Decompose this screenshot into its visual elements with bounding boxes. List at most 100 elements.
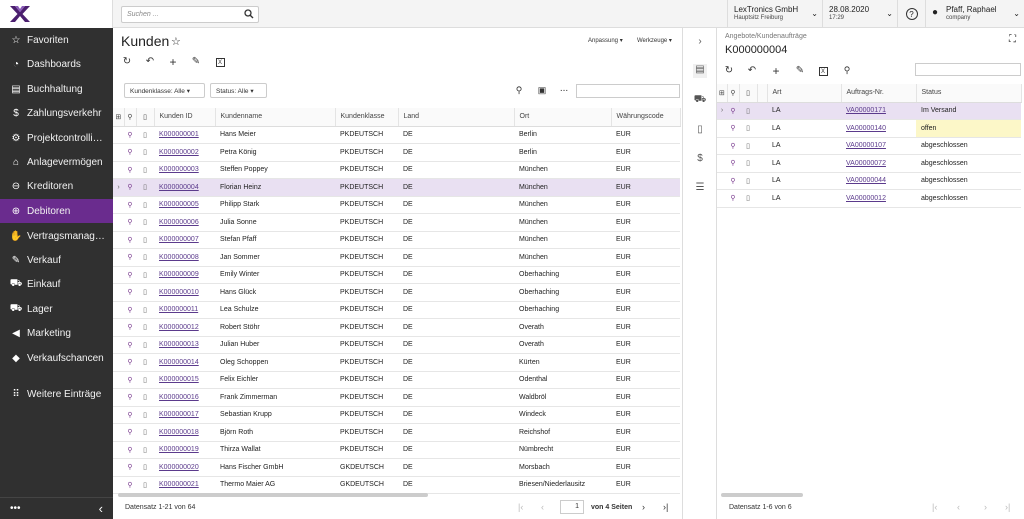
table-row[interactable]: › ⚲ ▯ LA VA00000171 Im Versand (717, 102, 1021, 120)
collapse-sidebar-icon[interactable]: ‹ (99, 501, 103, 516)
document-icon[interactable]: ▯ (136, 266, 154, 284)
cell-kunden-id[interactable]: K000000014 (154, 353, 215, 372)
document-icon[interactable]: ▯ (136, 318, 154, 337)
cell-kunden-id[interactable]: K000000002 (154, 143, 215, 162)
document-icon[interactable]: ▯ (136, 231, 154, 249)
sidebar-item-dashboards[interactable]: ◔ Dashboards (0, 52, 113, 76)
collapse-panel-icon[interactable]: › (693, 36, 707, 47)
row-indicator-icon[interactable] (113, 353, 124, 372)
document-icon[interactable]: ▯ (136, 441, 154, 459)
customer-id-link[interactable]: K000000014 (159, 359, 199, 366)
table-row[interactable]: ⚲ ▯ K000000011 Lea Schulze PKDEUTSCH DE Oberha… (113, 301, 680, 319)
page-number-input[interactable]: 1 (560, 500, 584, 514)
row-select-header-icon[interactable]: ⊞ (113, 108, 125, 127)
cell-kunden-id[interactable]: K000000018 (154, 423, 215, 442)
excel-icon[interactable]: X (213, 56, 227, 67)
column-header-waehrungscode[interactable]: Währungscode (611, 108, 681, 127)
row-indicator-icon[interactable] (717, 189, 727, 208)
attachment-icon[interactable]: ⚲ (727, 172, 739, 190)
row-indicator-icon[interactable] (113, 388, 124, 407)
horizontal-scrollbar[interactable] (721, 493, 803, 497)
sidebar-item-marketing[interactable]: ◀ Marketing (0, 321, 113, 345)
attachment-icon[interactable]: ⚲ (124, 441, 136, 459)
sidebar-item-weitere-einträge[interactable]: ⠿ Weitere Einträge (0, 382, 113, 406)
attachment-icon[interactable]: ⚲ (124, 161, 136, 179)
column-header-status[interactable]: Status (916, 84, 1022, 103)
row-indicator-icon[interactable] (717, 172, 727, 190)
table-row[interactable]: ⚲ ▯ K000000012 Robert Stöhr PKDEUTSCH DE Overa… (113, 318, 680, 337)
sidebar-item-debitoren[interactable]: ⊕ Debitoren (0, 199, 113, 223)
sidebar-item-lager[interactable]: ⛟ Lager (0, 297, 113, 321)
attachment-icon[interactable]: ⚲ (124, 266, 136, 284)
cell-auftrags-nr[interactable]: VA00000171 (841, 102, 916, 120)
document-icon[interactable]: ▯ (136, 196, 154, 214)
expand-icon[interactable]: ⛶ (1009, 34, 1016, 45)
row-indicator-icon[interactable] (113, 336, 124, 354)
row-indicator-icon[interactable] (113, 283, 124, 302)
row-indicator-icon[interactable] (113, 441, 124, 459)
search-icon[interactable] (244, 9, 254, 21)
add-icon[interactable]: + (769, 64, 783, 78)
row-indicator-icon[interactable]: › (717, 102, 727, 120)
sidebar-item-favoriten[interactable]: ☆ Favoriten (0, 28, 113, 52)
delivery-truck-icon[interactable]: ⛟ (693, 94, 707, 107)
prev-page-icon[interactable]: ‹ (541, 502, 544, 512)
table-row[interactable]: ⚲ ▯ K000000021 Thermo Maier AG GKDEUTSCH DE Br… (113, 476, 680, 494)
row-indicator-icon[interactable] (113, 301, 124, 319)
document-icon[interactable]: ▯ (136, 283, 154, 302)
cell-kunden-id[interactable]: K000000001 (154, 126, 215, 144)
customer-id-link[interactable]: K000000006 (159, 219, 199, 226)
sidebar-item-kreditoren[interactable]: ⊖ Kreditoren (0, 174, 113, 198)
customer-id-link[interactable]: K000000020 (159, 464, 199, 471)
row-indicator-icon[interactable] (113, 248, 124, 267)
customer-id-link[interactable]: K000000019 (159, 446, 199, 453)
table-row[interactable]: ⚲ ▯ K000000015 Felix Eichler PKDEUTSCH DE Oden… (113, 371, 680, 389)
row-indicator-icon[interactable] (113, 213, 124, 232)
horizontal-scrollbar[interactable] (118, 493, 428, 497)
attachment-icon[interactable]: ⚲ (124, 213, 136, 232)
table-row[interactable]: › ⚲ ▯ K000000004 Florian Heinz PKDEUTSCH DE Mün… (113, 178, 680, 197)
attachment-icon[interactable]: ⚲ (727, 154, 739, 173)
document-icon[interactable]: ▯ (136, 126, 154, 144)
row-indicator-icon[interactable] (113, 231, 124, 249)
document-icon[interactable]: ▯ (739, 172, 757, 190)
document-icon[interactable]: ▯ (136, 178, 154, 197)
anpassung-menu[interactable]: Anpassung ▾ (588, 37, 623, 44)
document-icon[interactable]: ▯ (136, 213, 154, 232)
status-filter[interactable]: Status: Alle ▾ (210, 83, 267, 98)
attachment-icon[interactable]: ⚲ (727, 137, 739, 155)
customer-id-link[interactable]: K000000005 (159, 201, 199, 208)
prev-page-icon[interactable]: ‹ (957, 502, 960, 512)
table-row[interactable]: ⚲ ▯ K000000002 Petra König PKDEUTSCH DE Berlin… (113, 143, 680, 162)
column-header-auftrags-nr[interactable]: Auftrags-Nr. (841, 84, 917, 103)
customer-id-link[interactable]: K000000009 (159, 271, 199, 278)
cell-auftrags-nr[interactable]: VA00000044 (841, 172, 916, 190)
cell-kunden-id[interactable]: K000000020 (154, 458, 215, 477)
kundenklasse-filter[interactable]: Kundenklasse: Alle ▾ (124, 83, 205, 98)
help-button[interactable]: ? (897, 0, 925, 28)
sidebar-item-zahlungsverkehr[interactable]: $ Zahlungsverkehr (0, 101, 113, 125)
attachment-icon[interactable]: ⚲ (124, 143, 136, 162)
attachment-icon[interactable]: ⚲ (124, 388, 136, 407)
document-icon[interactable]: ▯ (739, 137, 757, 155)
attachment-icon[interactable]: ⚲ (124, 458, 136, 477)
attachment-icon[interactable]: ⚲ (124, 301, 136, 319)
row-indicator-icon[interactable] (717, 154, 727, 173)
attachment-icon[interactable]: ⚲ (124, 423, 136, 442)
order-number-link[interactable]: VA00000140 (846, 125, 886, 132)
document-icon[interactable]: ▯ (136, 143, 154, 162)
cell-kunden-id[interactable]: K000000021 (154, 476, 215, 494)
customer-id-link[interactable]: K000000012 (159, 324, 199, 331)
table-row[interactable]: ⚲ ▯ K000000017 Sebastian Krupp PKDEUTSCH DE Wi… (113, 406, 680, 424)
document-icon[interactable]: ▯ (136, 248, 154, 267)
invoice-icon[interactable]: ▯ (693, 124, 707, 135)
table-row[interactable]: ⚲ ▯ K000000020 Hans Fischer GmbH GKDEUTSCH DE… (113, 458, 680, 477)
cell-auftrags-nr[interactable]: VA00000107 (841, 137, 916, 155)
document-icon[interactable]: ▯ (136, 161, 154, 179)
sidebar-item-verkaufschancen[interactable]: ◆ Verkaufschancen (0, 346, 113, 370)
table-row[interactable]: ⚲ ▯ K000000005 Philipp Stark PKDEUTSCH DE Münc… (113, 196, 680, 214)
attachment-icon[interactable]: ⚲ (124, 476, 136, 494)
row-indicator-icon[interactable] (113, 371, 124, 389)
customer-id-link[interactable]: K000000013 (159, 341, 199, 348)
document-icon[interactable]: ▯ (739, 154, 757, 173)
